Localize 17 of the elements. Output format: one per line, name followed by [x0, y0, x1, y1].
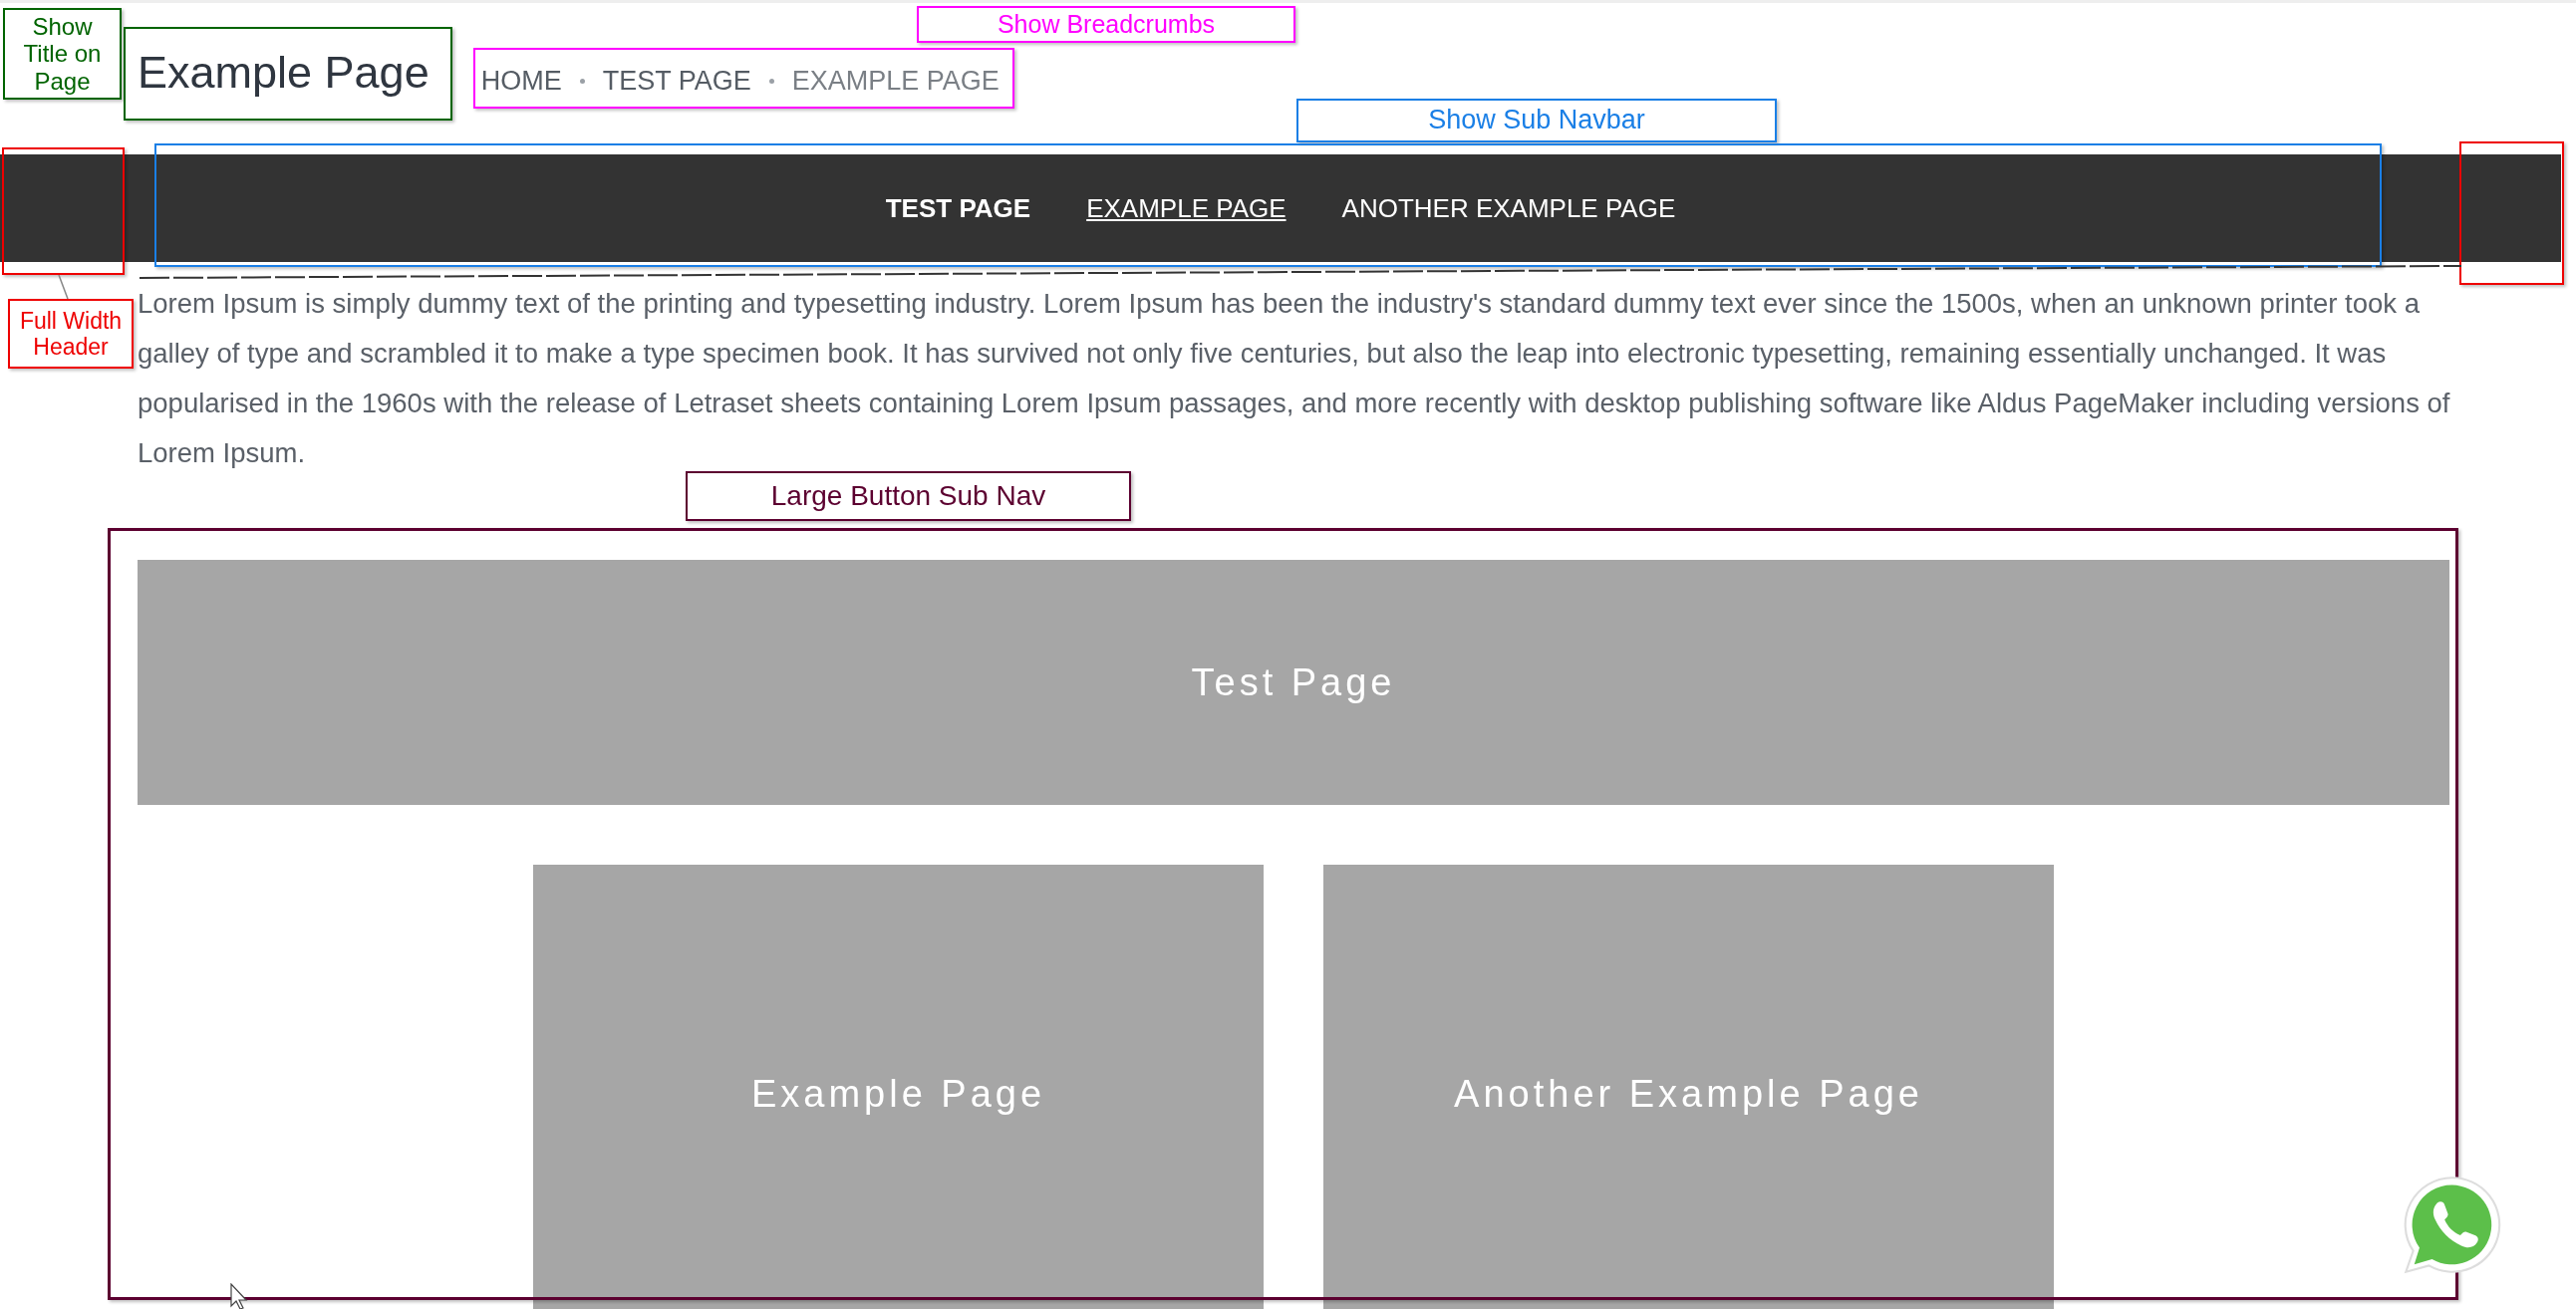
annotation-label: Show Breadcrumbs — [917, 6, 1295, 43]
page-title: Example Page — [138, 48, 429, 98]
annotation-label: Show Title on Page — [3, 8, 122, 100]
separator-dot-icon — [768, 78, 774, 84]
breadcrumb-link[interactable]: HOME — [480, 65, 562, 97]
nav-link[interactable]: TEST PAGE — [885, 192, 1031, 224]
body-paragraph: Lorem Ipsum is simply dummy text of the printing and typesetting industry. Lorem Ipsum has been the industry's standard dummy text ever since the 1500s, when an unknown printer took a galley of type and scrambled it to make a type specimen book. It has survived not only five centuries, but also the leap into electronic typesetting, remaining essentially unchanged. It was popularised in the 1960s with the release of Letraset sheets containing Lorem Ipsum passages, and more recently with desktop publishing software like Aldus PageMaker including versions of Lorem Ipsum. — [138, 287, 2451, 470]
cursor-icon — [230, 1283, 250, 1309]
leader-line — [58, 275, 70, 299]
annotation-label: Full Width Header — [8, 299, 134, 369]
separator-dot-icon — [579, 78, 585, 84]
annotation-label: Show Sub Navbar — [1296, 99, 1777, 142]
annotation-label: Large Button Sub Nav — [686, 471, 1131, 521]
nav-link[interactable]: ANOTHER EXAMPLE PAGE — [1341, 192, 1676, 224]
breadcrumb-link[interactable]: TEST PAGE — [602, 65, 751, 97]
breadcrumb-link[interactable]: EXAMPLE PAGE — [791, 65, 1000, 97]
nav-link[interactable]: EXAMPLE PAGE — [1086, 192, 1287, 224]
